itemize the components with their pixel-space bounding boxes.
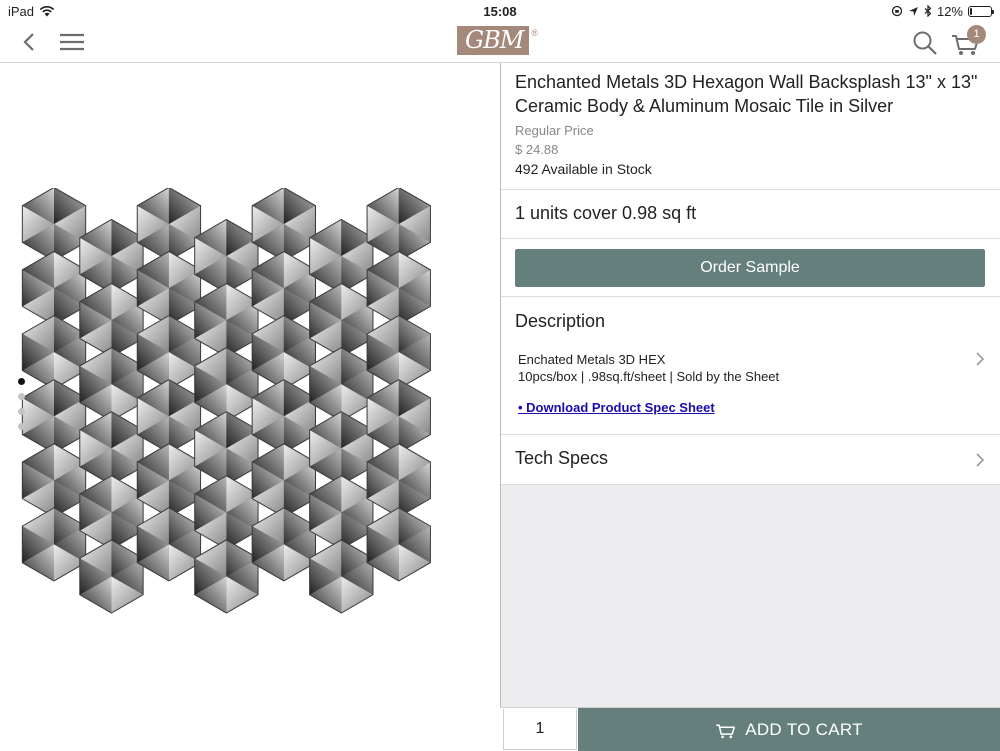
gallery-dot[interactable] (18, 423, 25, 430)
location-icon (908, 6, 918, 16)
gallery-pagination (18, 378, 25, 430)
description-heading: Description (515, 311, 606, 331)
description-section[interactable]: Description Enchated Metals 3D HEX 10pcs… (501, 297, 1000, 435)
chevron-right-icon (976, 453, 985, 467)
cart-count-badge: 1 (967, 25, 986, 44)
add-to-cart-bar: ADD TO CART (500, 707, 1000, 751)
orientation-lock-icon (891, 5, 903, 17)
menu-icon[interactable] (58, 30, 86, 54)
nav-bar: GBM ® 1 (0, 22, 1000, 63)
quantity-input[interactable] (503, 709, 577, 750)
price: $ 24.88 (515, 142, 559, 157)
product-gallery[interactable] (0, 63, 500, 750)
download-spec-sheet-link[interactable]: • Download Product Spec Sheet (518, 400, 715, 415)
description-line-1: Enchated Metals 3D HEX (518, 352, 666, 367)
status-bar: iPad 15:08 12% (0, 0, 1000, 22)
chevron-right-icon (976, 352, 985, 366)
device-label: iPad (8, 3, 35, 19)
add-to-cart-button[interactable]: ADD TO CART (578, 708, 1000, 751)
description-line-2: 10pcs/box | .98sq.ft/sheet | Sold by the… (518, 369, 780, 384)
battery-percent: 12% (936, 3, 963, 19)
cart-icon (716, 723, 736, 738)
coverage-info: 1 units cover 0.98 sq ft (501, 190, 1000, 239)
regular-price-label: Regular Price (515, 123, 594, 138)
stock-status: 492 Available in Stock (515, 161, 652, 177)
gallery-dot[interactable] (18, 408, 25, 415)
search-icon[interactable] (911, 29, 939, 57)
order-sample-button[interactable]: Order Sample (515, 249, 985, 287)
status-time: 15:08 (483, 3, 517, 19)
tech-specs-label: Tech Specs (515, 448, 609, 468)
logo-text: GBM (457, 26, 530, 55)
product-summary: Enchanted Metals 3D Hexagon Wall Backspl… (501, 63, 1000, 190)
logo[interactable]: GBM ® (457, 26, 538, 56)
product-image[interactable] (14, 188, 449, 623)
add-to-cart-label: ADD TO CART (745, 719, 863, 739)
product-title: Enchanted Metals 3D Hexagon Wall Backspl… (515, 72, 978, 116)
wifi-icon (39, 5, 55, 17)
bluetooth-icon (924, 5, 932, 17)
product-details: Enchanted Metals 3D Hexagon Wall Backspl… (501, 63, 1000, 707)
battery-level (970, 7, 973, 15)
battery-icon (968, 5, 994, 17)
gallery-dot[interactable] (18, 393, 25, 400)
gallery-dot[interactable] (18, 378, 25, 385)
tech-specs-row[interactable]: Tech Specs (501, 435, 1000, 485)
order-sample-section: Order Sample (501, 239, 1000, 297)
back-icon[interactable] (18, 30, 42, 54)
logo-registered-mark: ® (531, 28, 539, 38)
